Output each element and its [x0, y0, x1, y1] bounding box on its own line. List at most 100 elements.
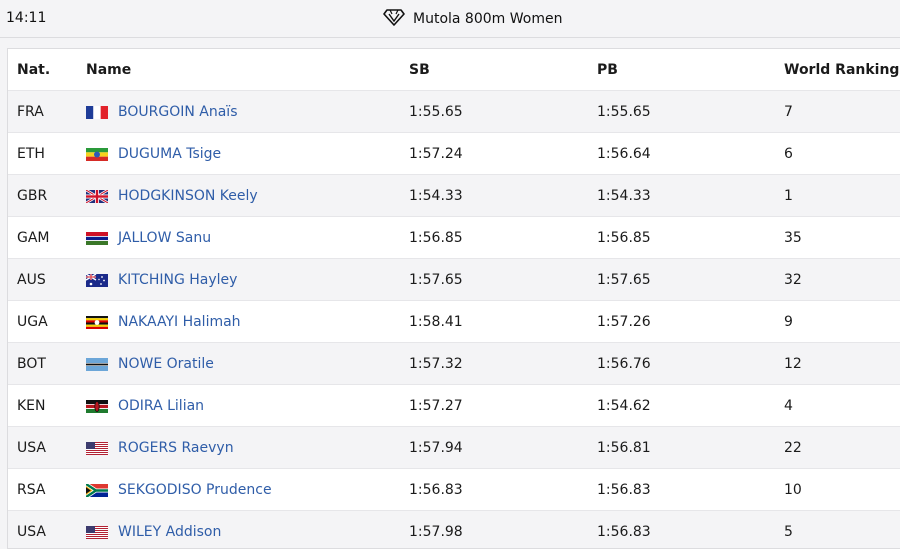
name-cell: HODGKINSON Keely — [86, 175, 258, 217]
athlete-name-link[interactable]: NAKAAYI Halimah — [118, 301, 241, 343]
flag-usa-icon — [86, 441, 108, 455]
athlete-name-link[interactable]: ROGERS Raevyn — [118, 427, 234, 469]
table-row: BOT NOWE Oratile 1:57.32 1:56.76 12 — [8, 343, 900, 385]
world-ranking-cell: 32 — [784, 272, 802, 288]
nat-cell: BOT — [17, 356, 46, 372]
name-cell: BOURGOIN Anaïs — [86, 91, 238, 133]
table-row: GAM JALLOW Sanu 1:56.85 1:56.85 35 — [8, 217, 900, 259]
athlete-name-link[interactable]: NOWE Oratile — [118, 343, 214, 385]
table-row: FRA BOURGOIN Anaïs 1:55.65 1:55.65 7 — [8, 91, 900, 133]
diamond-league-icon — [383, 8, 405, 30]
world-ranking-cell: 7 — [784, 104, 793, 120]
column-header-world-ranking[interactable]: World Ranking — [784, 49, 899, 91]
athlete-name-link[interactable]: KITCHING Hayley — [118, 259, 237, 301]
flag-gambia-icon — [86, 231, 108, 245]
sb-cell: 1:57.27 — [409, 398, 463, 414]
pb-cell: 1:54.33 — [597, 188, 651, 204]
flag-kenya-icon — [86, 399, 108, 413]
pb-cell: 1:54.62 — [597, 398, 651, 414]
table-header-row: Nat. Name SB PB World Ranking — [8, 49, 900, 91]
sb-cell: 1:57.94 — [409, 440, 463, 456]
world-ranking-cell: 1 — [784, 188, 793, 204]
column-header-nat[interactable]: Nat. — [17, 49, 50, 91]
flag-usa-icon — [86, 525, 108, 539]
event-title-group: Mutola 800m Women — [383, 8, 562, 30]
name-cell: ODIRA Lilian — [86, 385, 204, 427]
athlete-name-link[interactable]: HODGKINSON Keely — [118, 175, 258, 217]
nat-cell: KEN — [17, 398, 46, 414]
flag-ethiopia-icon — [86, 147, 108, 161]
name-cell: DUGUMA Tsige — [86, 133, 221, 175]
nat-cell: AUS — [17, 272, 46, 288]
column-header-sb[interactable]: SB — [409, 49, 430, 91]
column-header-name[interactable]: Name — [86, 49, 131, 91]
world-ranking-cell: 22 — [784, 440, 802, 456]
table-row: ETH DUGUMA Tsige 1:57.24 1:56.64 6 — [8, 133, 900, 175]
world-ranking-cell: 12 — [784, 356, 802, 372]
world-ranking-cell: 35 — [784, 230, 802, 246]
table-row: RSA SEKGODISO Prudence 1:56.83 1:56.83 10 — [8, 469, 900, 511]
start-list-table: Nat. Name SB PB World Ranking FRA BOURGOI… — [7, 48, 900, 549]
nat-cell: ETH — [17, 146, 45, 162]
flag-uganda-icon — [86, 315, 108, 329]
pb-cell: 1:56.81 — [597, 440, 651, 456]
pb-cell: 1:55.65 — [597, 104, 651, 120]
name-cell: SEKGODISO Prudence — [86, 469, 272, 511]
sb-cell: 1:55.65 — [409, 104, 463, 120]
event-title: Mutola 800m Women — [413, 11, 563, 27]
nat-cell: FRA — [17, 104, 44, 120]
table-row: GBR HODGKINSON Keely 1:54.33 1:54.33 1 — [8, 175, 900, 217]
name-cell: ROGERS Raevyn — [86, 427, 234, 469]
flag-france-icon — [86, 105, 108, 119]
athlete-name-link[interactable]: DUGUMA Tsige — [118, 133, 221, 175]
clock-time: 14:11 — [6, 10, 47, 26]
top-bar: 14:11 Mutola 800m Women — [0, 0, 900, 38]
world-ranking-cell: 6 — [784, 146, 793, 162]
sb-cell: 1:57.32 — [409, 356, 463, 372]
flag-south-africa-icon — [86, 483, 108, 497]
sb-cell: 1:57.65 — [409, 272, 463, 288]
athlete-name-link[interactable]: WILEY Addison — [118, 511, 221, 548]
name-cell: WILEY Addison — [86, 511, 221, 548]
world-ranking-cell: 10 — [784, 482, 802, 498]
nat-cell: UGA — [17, 314, 48, 330]
athlete-name-link[interactable]: SEKGODISO Prudence — [118, 469, 272, 511]
pb-cell: 1:56.85 — [597, 230, 651, 246]
sb-cell: 1:58.41 — [409, 314, 463, 330]
pb-cell: 1:56.76 — [597, 356, 651, 372]
pb-cell: 1:57.26 — [597, 314, 651, 330]
nat-cell: USA — [17, 440, 46, 456]
table-row: USA WILEY Addison 1:57.98 1:56.83 5 — [8, 511, 900, 548]
flag-uk-icon — [86, 189, 108, 203]
sb-cell: 1:56.85 — [409, 230, 463, 246]
flag-australia-icon — [86, 273, 108, 287]
pb-cell: 1:57.65 — [597, 272, 651, 288]
flag-botswana-icon — [86, 357, 108, 371]
pb-cell: 1:56.64 — [597, 146, 651, 162]
nat-cell: USA — [17, 524, 46, 540]
name-cell: NAKAAYI Halimah — [86, 301, 241, 343]
athlete-name-link[interactable]: ODIRA Lilian — [118, 385, 204, 427]
pb-cell: 1:56.83 — [597, 524, 651, 540]
athlete-name-link[interactable]: JALLOW Sanu — [118, 217, 211, 259]
sb-cell: 1:57.24 — [409, 146, 463, 162]
nat-cell: GBR — [17, 188, 48, 204]
athlete-name-link[interactable]: BOURGOIN Anaïs — [118, 91, 238, 133]
table-row: USA ROGERS Raevyn 1:57.94 1:56.81 22 — [8, 427, 900, 469]
nat-cell: GAM — [17, 230, 50, 246]
column-header-pb[interactable]: PB — [597, 49, 618, 91]
world-ranking-cell: 5 — [784, 524, 793, 540]
name-cell: KITCHING Hayley — [86, 259, 237, 301]
world-ranking-cell: 4 — [784, 398, 793, 414]
sb-cell: 1:56.83 — [409, 482, 463, 498]
world-ranking-cell: 9 — [784, 314, 793, 330]
table-row: AUS KITCHING Hayley 1:57.65 1:57.65 32 — [8, 259, 900, 301]
table-row: KEN ODIRA Lilian 1:57.27 1:54.62 4 — [8, 385, 900, 427]
sb-cell: 1:57.98 — [409, 524, 463, 540]
nat-cell: RSA — [17, 482, 46, 498]
table-row: UGA NAKAAYI Halimah 1:58.41 1:57.26 9 — [8, 301, 900, 343]
sb-cell: 1:54.33 — [409, 188, 463, 204]
name-cell: JALLOW Sanu — [86, 217, 211, 259]
name-cell: NOWE Oratile — [86, 343, 214, 385]
pb-cell: 1:56.83 — [597, 482, 651, 498]
